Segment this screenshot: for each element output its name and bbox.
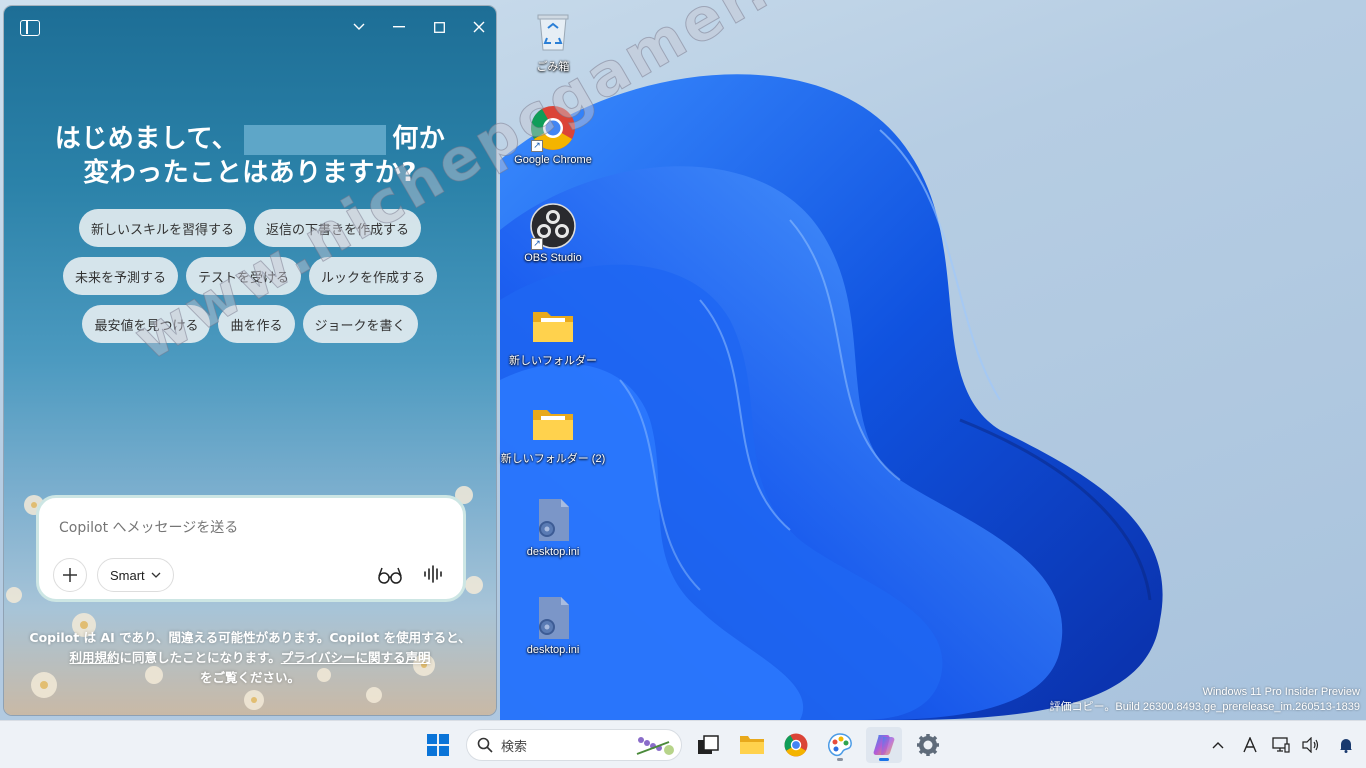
disclaimer-text: Copilot は AI であり、間違える可能性があります。Copilot を使… (24, 628, 476, 688)
disclaimer-part-2: に同意したことになります。 (119, 650, 281, 665)
minimize-button[interactable] (384, 14, 414, 40)
vision-button[interactable] (377, 564, 403, 586)
mode-select-button[interactable]: Smart (97, 558, 174, 592)
shortcut-arrow-icon: ↗ (531, 238, 543, 250)
volume-button[interactable] (1300, 733, 1322, 757)
settings-taskbar-button[interactable] (910, 727, 946, 763)
chevron-down-icon[interactable] (344, 14, 374, 40)
windows-logo-icon (427, 734, 449, 756)
settings-file-icon (529, 594, 577, 642)
redacted-username (244, 124, 387, 155)
paint-icon (828, 733, 852, 757)
speaker-icon (1302, 737, 1319, 753)
maximize-button[interactable] (424, 14, 454, 40)
chrome-icon (784, 733, 808, 757)
voice-button[interactable] (423, 564, 445, 586)
message-input[interactable] (59, 520, 439, 536)
desktop-icon-desktop-ini[interactable]: desktop.ini (505, 496, 601, 558)
mode-label: Smart (110, 567, 145, 583)
build-line-2: 評価コピー。Build 26300.8493.ge_prerelease_im.… (1049, 701, 1360, 713)
desktop-icon-desktop-ini-2[interactable]: desktop.ini (505, 594, 601, 656)
suggestion-chip[interactable]: 新しいスキルを習得する (78, 209, 246, 247)
greeting-line-1: はじめまして、 何か (4, 122, 496, 156)
bell-icon (1340, 739, 1352, 753)
suggestion-chip[interactable]: 曲を作る (218, 305, 295, 343)
taskbar: 検索 (0, 720, 1366, 768)
terms-link[interactable]: 利用規約 (69, 650, 119, 665)
disclaimer-part-3: をご覧ください。 (199, 670, 300, 685)
desktop-icon-label: OBS Studio (524, 252, 582, 264)
suggestion-chip[interactable]: テストを受ける (185, 257, 301, 295)
folder-icon (740, 736, 764, 754)
copilot-icon (873, 735, 895, 755)
suggestion-chip[interactable]: 未来を予測する (62, 257, 178, 295)
disclaimer-part-1: Copilot は AI であり、間違える可能性があります。Copilot を使… (29, 630, 471, 645)
folder-icon (529, 302, 577, 350)
network-icon (1272, 737, 1290, 753)
shortcut-arrow-icon: ↗ (531, 140, 543, 152)
suggestion-chip[interactable]: 返信の下書きを作成する (254, 209, 422, 247)
close-button[interactable] (464, 14, 494, 40)
chrome-taskbar-button[interactable] (778, 727, 814, 763)
desktop-icon-obs[interactable]: ↗ OBS Studio (505, 202, 601, 264)
greeting-text-b: 何か (392, 124, 446, 154)
folder-icon (529, 400, 577, 448)
taskbar-search[interactable]: 検索 (466, 729, 682, 761)
greeting-heading: はじめまして、 何か 変わったことはありますか? (4, 122, 496, 190)
task-view-button[interactable] (690, 727, 726, 763)
copilot-window: はじめまして、 何か 変わったことはありますか? 新しいスキルを習得する 返信の下… (4, 6, 496, 715)
privacy-link[interactable]: プライバシーに関する声明 (281, 650, 431, 665)
active-indicator (879, 758, 889, 761)
search-placeholder: 検索 (501, 739, 528, 755)
desktop-icon-folder[interactable]: 新しいフォルダー (505, 302, 601, 368)
notifications-button[interactable] (1336, 733, 1356, 757)
running-indicator (837, 758, 843, 761)
copilot-taskbar-button[interactable] (866, 727, 902, 763)
obs-icon: ↗ (529, 202, 577, 250)
chrome-icon: ↗ (529, 104, 577, 152)
chevron-up-icon (1212, 742, 1224, 749)
message-composer: Smart (36, 495, 466, 602)
suggestion-row-1: 新しいスキルを習得する 返信の下書きを作成する (4, 209, 496, 247)
ime-letter-a-icon (1243, 737, 1257, 753)
input-method-button[interactable] (1240, 733, 1260, 757)
suggestion-chip[interactable]: ルックを作成する (309, 257, 438, 295)
desktop-icon-label: desktop.ini (526, 644, 580, 656)
network-button[interactable] (1270, 733, 1292, 757)
chevron-down-icon (151, 572, 161, 578)
greeting-line-2: 変わったことはありますか? (83, 158, 417, 188)
file-explorer-button[interactable] (734, 727, 770, 763)
desktop-icon-label: 新しいフォルダー (2) (500, 453, 606, 465)
plus-icon (63, 568, 77, 582)
desktop-icon-label: 新しいフォルダー (509, 355, 597, 367)
suggestion-row-3: 最安値を見つける 曲を作る ジョークを書く (4, 305, 496, 343)
voice-wave-icon (424, 565, 442, 583)
suggestion-row-2: 未来を予測する テストを受ける ルックを作成する (4, 257, 496, 295)
desktop-icon-chrome[interactable]: ↗ Google Chrome (505, 104, 601, 166)
desktop-icon-recycle-bin[interactable]: ごみ箱 (505, 8, 601, 74)
glasses-icon (378, 567, 402, 584)
desktop-icon-label: ごみ箱 (536, 61, 570, 73)
search-highlight-lavender-icon (636, 737, 674, 755)
sidebar-toggle-button[interactable] (20, 20, 40, 36)
search-icon (477, 737, 493, 753)
desktop-icon-label: desktop.ini (526, 546, 580, 558)
greeting-text-a: はじめまして、 (54, 124, 239, 154)
suggestion-chip[interactable]: ジョークを書く (302, 305, 418, 343)
task-view-icon (698, 735, 719, 754)
gear-icon (917, 734, 939, 756)
show-hidden-icons-button[interactable] (1208, 733, 1228, 757)
suggestion-chip[interactable]: 最安値を見つける (82, 305, 211, 343)
build-line-1: Windows 11 Pro Insider Preview (1202, 686, 1360, 698)
paint-taskbar-button[interactable] (822, 727, 858, 763)
add-attachment-button[interactable] (53, 558, 87, 592)
build-watermark: Windows 11 Pro Insider Preview 評価コピー。Bui… (1049, 685, 1360, 715)
settings-file-icon (529, 496, 577, 544)
recycle-bin-icon (529, 8, 577, 56)
start-button[interactable] (420, 727, 456, 763)
desktop-icon-label: Google Chrome (514, 154, 592, 166)
desktop-icon-folder-2[interactable]: 新しいフォルダー (2) (501, 400, 605, 466)
